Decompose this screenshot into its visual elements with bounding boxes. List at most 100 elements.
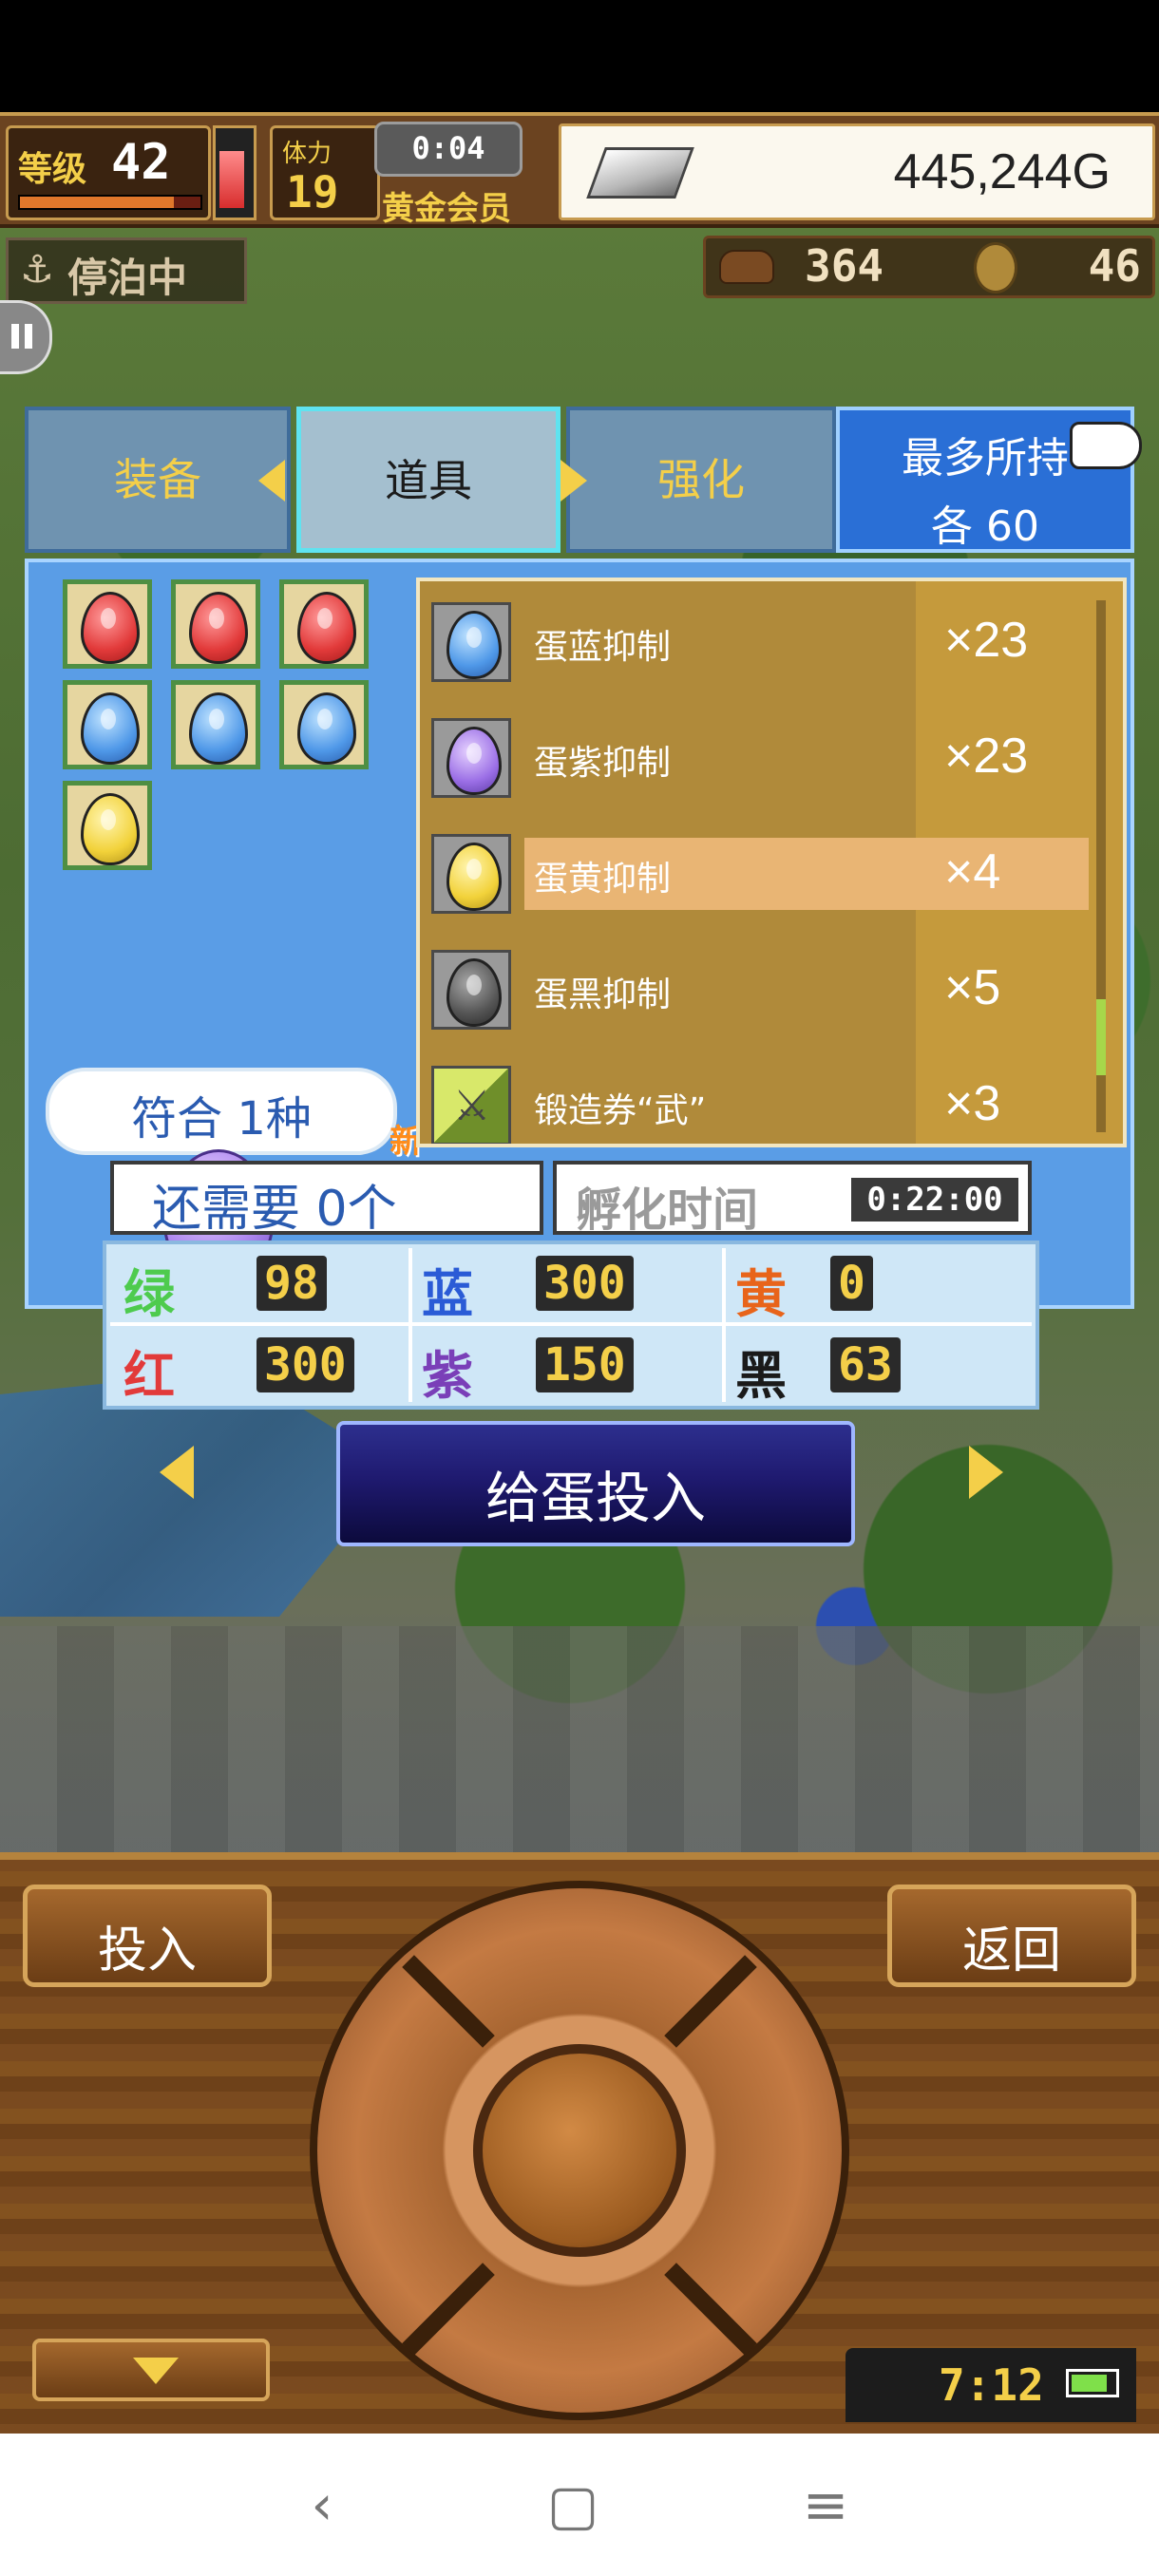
item-row[interactable]: 蛋黑抑制 ×5 — [420, 931, 1123, 1047]
tab-right-arrow-icon[interactable] — [560, 460, 587, 502]
back-button-label: 返回 — [961, 1923, 1061, 1979]
black-egg-icon — [431, 950, 511, 1030]
coin-icon — [974, 242, 1017, 294]
color-label: 黑 — [735, 1346, 787, 1406]
stamina-gauge — [213, 125, 256, 220]
color-requirement-grid: 绿 98 蓝 300 黄 0 红 300 紫 150 黑 63 — [103, 1241, 1039, 1410]
owned-egg-slot[interactable] — [279, 680, 369, 769]
directional-pad[interactable] — [310, 1881, 849, 2420]
need-count-text: 还需要 0个 — [152, 1181, 397, 1238]
item-row[interactable]: 蛋黄抑制 ×4 — [420, 815, 1123, 931]
color-label: 紫 — [422, 1346, 473, 1406]
purple-egg-icon — [446, 727, 502, 795]
item-name: 蛋黑抑制 — [534, 975, 672, 1014]
color-requirement-cell: 黄0 — [726, 1246, 1011, 1324]
blue-egg-icon — [81, 692, 140, 765]
next-egg-arrow-icon[interactable] — [969, 1446, 1003, 1499]
insert-to-egg-button[interactable]: 给蛋投入 — [336, 1421, 855, 1546]
resource-value-1: 364 — [805, 240, 884, 292]
owned-egg-slot[interactable] — [63, 680, 152, 769]
item-quantity: ×4 — [944, 844, 1001, 900]
sword-ticket-icon: ⚔ — [431, 1066, 511, 1144]
xp-bar-fill — [20, 197, 174, 208]
item-name: 蛋蓝抑制 — [534, 628, 672, 667]
yellow-egg-icon — [446, 843, 502, 911]
game-clock: 0:04 — [374, 122, 522, 177]
scroll-thumb[interactable] — [1096, 999, 1106, 1075]
device-status: 7:12 — [846, 2348, 1136, 2422]
dpad-divider — [402, 1955, 495, 2048]
color-value: 300 — [256, 1337, 354, 1392]
anchor-icon: ⚓ — [20, 248, 54, 292]
blue-egg-icon — [297, 692, 356, 765]
insert-to-egg-label: 给蛋投入 — [484, 1466, 706, 1530]
hatch-time-box: 孵化时间 0:22:00 — [553, 1161, 1032, 1237]
moored-label: 停泊中 — [67, 255, 188, 301]
battery-icon — [1066, 2369, 1119, 2397]
tab-left-arrow-icon[interactable] — [258, 460, 285, 502]
item-list[interactable]: 蛋蓝抑制 ×23 蛋紫抑制 ×23 蛋黄抑制 ×4 蛋黑抑制 ×5 ⚔ 锻造券“武” ×3 — [416, 578, 1127, 1147]
tab-equipment[interactable]: 装备 — [25, 407, 291, 553]
black-egg-icon — [446, 958, 502, 1027]
dpad-divider — [402, 2263, 495, 2356]
stamina-value: 19 — [286, 166, 339, 218]
owned-egg-slot[interactable] — [279, 579, 369, 669]
nav-back-icon[interactable]: ‹ — [289, 2472, 355, 2538]
nav-home-icon[interactable]: ▢ — [540, 2472, 606, 2538]
item-row[interactable]: 蛋蓝抑制 ×23 — [420, 583, 1123, 699]
owned-egg-slot[interactable] — [171, 579, 260, 669]
hatch-time-value: 0:22:00 — [851, 1178, 1018, 1222]
tab-enhance[interactable]: 强化 — [566, 407, 836, 553]
pointer-hand-icon — [1070, 422, 1142, 469]
item-quantity: ×23 — [944, 613, 1029, 668]
color-requirement-cell: 紫 150 — [412, 1328, 697, 1406]
gold-panel: 445,244G — [559, 123, 1155, 220]
blue-egg-icon — [446, 611, 502, 679]
dpad-center-button[interactable] — [473, 2044, 686, 2257]
color-label: 红 — [124, 1346, 175, 1406]
resources-panel: 364 46 — [703, 236, 1155, 298]
owned-egg-slot[interactable] — [63, 579, 152, 669]
list-scrollbar[interactable] — [1096, 600, 1106, 1132]
item-row[interactable]: ⚔ 锻造券“武” ×3 — [420, 1047, 1123, 1144]
stamina-gauge-fill — [219, 151, 244, 208]
color-requirement-cell: 绿 98 — [114, 1246, 399, 1324]
battery-level — [1072, 2375, 1108, 2392]
red-egg-icon — [297, 592, 356, 664]
color-label: 绿 — [124, 1264, 175, 1324]
max-hold-each: 各 60 — [931, 502, 1039, 551]
insert-button[interactable]: 投入 — [23, 1885, 272, 1987]
stamina-label: 体力 — [282, 140, 332, 168]
red-egg-icon — [81, 592, 140, 664]
scroll-down-button[interactable] — [32, 2339, 270, 2401]
blue-egg-icon — [431, 602, 511, 682]
gold-amount: 445,244G — [893, 144, 1111, 199]
nav-menu-icon[interactable]: ≡ — [792, 2472, 859, 2538]
back-button[interactable]: 返回 — [887, 1885, 1136, 1987]
hatch-requirements: 还需要 0个 孵化时间 0:22:00 绿 98 蓝 300 黄 0 红 300 紫 150 黑 63 — [80, 1161, 1039, 1410]
match-count-bubble: 符合 1种 — [46, 1068, 397, 1155]
cliff-tiles — [0, 1626, 1159, 1852]
color-value: 98 — [256, 1256, 327, 1311]
item-name: 蛋紫抑制 — [534, 744, 672, 783]
purple-egg-icon — [431, 718, 511, 798]
prev-egg-arrow-icon[interactable] — [160, 1446, 194, 1499]
tab-items[interactable]: 道具 — [296, 407, 560, 553]
item-row[interactable]: 蛋紫抑制 ×23 — [420, 699, 1123, 815]
red-egg-icon — [189, 592, 248, 664]
owned-egg-slot[interactable] — [171, 680, 260, 769]
grid-divider — [110, 1322, 1032, 1326]
stamina-panel: 体力 19 — [270, 125, 380, 220]
game-clock-text: 0:04 — [411, 130, 485, 166]
item-name: 蛋黄抑制 — [534, 860, 672, 899]
blue-egg-icon — [189, 692, 248, 765]
level-label: 等级 — [18, 150, 87, 189]
item-name: 锻造券“武” — [534, 1091, 707, 1130]
color-label: 蓝 — [422, 1264, 473, 1324]
owned-egg-slot[interactable] — [63, 781, 152, 870]
color-label: 黄 — [735, 1264, 787, 1324]
color-requirement-cell: 红 300 — [114, 1328, 399, 1406]
boat-icon — [719, 250, 774, 284]
color-requirement-cell: 黑 63 — [726, 1328, 1011, 1406]
level-panel: 等级 42 — [6, 125, 211, 220]
